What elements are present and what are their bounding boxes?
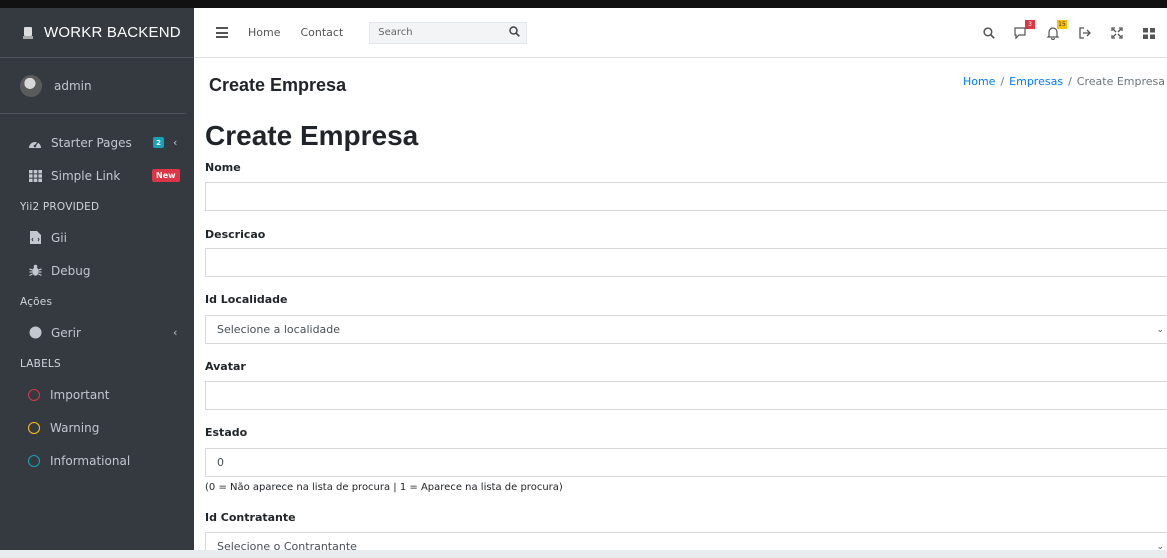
- search-placeholder: Search: [378, 27, 413, 38]
- contratante-select[interactable]: Selecione o Contrantante ⌄: [205, 532, 1167, 550]
- nav-link-contact[interactable]: Contact: [300, 26, 343, 39]
- content-header: Create Empresa Home / Empresas / Create Empr…: [194, 58, 1167, 110]
- breadcrumb-current: Create Empresa: [1076, 75, 1165, 88]
- search-icon[interactable]: [509, 25, 521, 40]
- localidade-select[interactable]: Selecione a localidade ⌄: [205, 315, 1167, 344]
- sidebar: WORKR BACKEND admin Starter Pages 2 ‹ Si…: [0, 8, 194, 550]
- navbar-right-icons: 3 15: [981, 8, 1157, 58]
- fullscreen-icon[interactable]: [1109, 25, 1125, 41]
- messages-icon[interactable]: 3: [1013, 20, 1035, 41]
- nav-header-acoes: Ações: [20, 295, 53, 308]
- form-heading: Create Empresa: [205, 120, 419, 151]
- brand-logo-icon: [22, 26, 34, 40]
- nome-input[interactable]: [205, 182, 1167, 211]
- sidebar-item-label: Starter Pages: [51, 135, 132, 150]
- localidade-selected: Selecione a localidade: [217, 323, 341, 336]
- sidebar-item-label: Gerir: [51, 325, 81, 340]
- descricao-label: Descricao: [205, 228, 266, 241]
- circle-icon: [28, 326, 42, 340]
- chevron-down-icon: ⌄: [1156, 541, 1164, 551]
- breadcrumb: Home / Empresas / Create Empresa: [963, 75, 1165, 88]
- sidebar-item-debug[interactable]: Debug: [0, 254, 194, 287]
- sidebar-item-informational[interactable]: Informational: [0, 444, 194, 477]
- nav-header-yii: Yii2 PROVIDED: [20, 200, 100, 213]
- breadcrumb-separator: /: [1000, 75, 1005, 88]
- nav-header-labels: LABELS: [20, 357, 61, 370]
- bug-icon: [28, 264, 42, 278]
- sidebar-item-label: Important: [50, 387, 110, 402]
- chevron-down-icon: ⌄: [1156, 324, 1164, 335]
- window-bottom-strip: [0, 550, 1167, 558]
- circle-outline-icon: [28, 454, 40, 467]
- sidebar-item-starter-pages[interactable]: Starter Pages 2 ‹: [0, 126, 194, 159]
- contratante-label: Id Contratante: [205, 511, 296, 524]
- brand-title: WORKR BACKEND: [44, 24, 181, 41]
- breadcrumb-empresas[interactable]: Empresas: [1009, 75, 1063, 88]
- user-name[interactable]: admin: [54, 79, 92, 93]
- sidebar-item-warning[interactable]: Warning: [0, 411, 194, 444]
- window-top-strip: [0, 0, 1167, 8]
- user-panel[interactable]: admin: [0, 58, 186, 114]
- page-title: Create Empresa: [209, 75, 347, 95]
- nome-label: Nome: [205, 161, 241, 174]
- estado-input[interactable]: 0: [205, 448, 1167, 477]
- starter-pages-badge: 2: [153, 137, 164, 148]
- chevron-left-icon[interactable]: ‹: [173, 326, 177, 339]
- estado-label: Estado: [205, 426, 248, 439]
- breadcrumb-separator: /: [1068, 75, 1072, 88]
- circle-outline-icon: [28, 388, 40, 401]
- sidebar-item-label: Debug: [51, 263, 91, 278]
- notifications-badge: 15: [1057, 20, 1067, 29]
- circle-outline-icon: [28, 421, 40, 434]
- avatar: [20, 74, 42, 97]
- logout-icon[interactable]: [1077, 25, 1093, 41]
- file-code-icon: [28, 231, 42, 245]
- top-navbar: Home Contact Search 3 15: [194, 8, 1167, 58]
- sidebar-item-label: Gii: [51, 230, 67, 245]
- messages-badge: 3: [1025, 20, 1035, 29]
- sidebar-item-important[interactable]: Important: [0, 378, 194, 411]
- contratante-selected: Selecione o Contrantante: [217, 540, 357, 550]
- sidebar-nav: Starter Pages 2 ‹ Simple Link New Yii2 P…: [0, 114, 194, 477]
- estado-help-text: (0 = Não aparece na lista de procura | 1…: [205, 482, 563, 493]
- nav-link-home[interactable]: Home: [248, 26, 280, 39]
- content-wrapper: Create Empresa Home / Empresas / Create Empr…: [194, 58, 1167, 550]
- bell-icon[interactable]: 15: [1045, 20, 1067, 41]
- new-badge: New: [152, 169, 180, 182]
- avatar-input[interactable]: [205, 381, 1167, 410]
- breadcrumb-home[interactable]: Home: [963, 75, 995, 88]
- dashboard-icon: [28, 136, 42, 150]
- avatar-label: Avatar: [205, 360, 246, 373]
- menu-toggle-icon[interactable]: [216, 27, 228, 38]
- grid-icon: [28, 169, 42, 183]
- grid-apps-icon[interactable]: [1141, 25, 1157, 41]
- descricao-input[interactable]: [205, 248, 1167, 277]
- brand-link[interactable]: WORKR BACKEND: [0, 8, 194, 58]
- sidebar-item-label: Warning: [50, 420, 100, 435]
- sidebar-item-gii[interactable]: Gii: [0, 221, 194, 254]
- search-input[interactable]: Search: [369, 21, 528, 44]
- search-icon[interactable]: [981, 25, 997, 41]
- sidebar-item-simple-link[interactable]: Simple Link New: [0, 159, 194, 192]
- localidade-label: Id Localidade: [205, 293, 288, 306]
- chevron-left-icon[interactable]: ‹: [173, 136, 177, 149]
- sidebar-item-label: Simple Link: [51, 168, 121, 183]
- sidebar-item-gerir[interactable]: Gerir ‹: [0, 316, 194, 349]
- sidebar-item-label: Informational: [50, 453, 131, 468]
